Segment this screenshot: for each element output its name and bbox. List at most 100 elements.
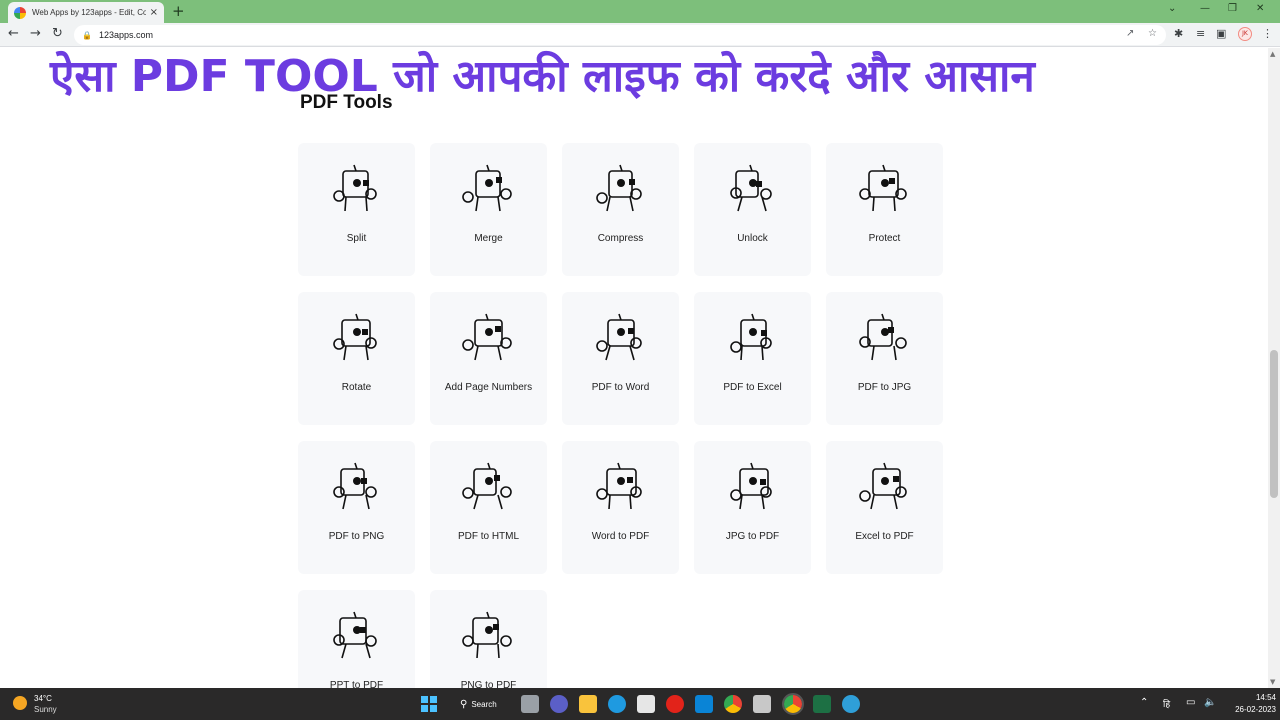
unlock-figure-icon [730,164,772,212]
clock-date[interactable]: 26-02-2023 [1216,705,1276,714]
favicon-icon [14,6,26,19]
tool-card[interactable]: PDF to HTML [430,441,547,574]
globe-app-icon[interactable] [842,695,860,713]
tool-card[interactable]: Split [298,143,415,276]
mail-icon[interactable] [695,695,713,713]
profile-avatar[interactable]: JK [1238,27,1252,41]
tool-card-label: PDF to JPG [857,382,912,393]
task-view-icon[interactable] [521,695,539,713]
tab-close-icon[interactable]: × [150,7,158,18]
volume-icon[interactable]: 🔈 [1204,697,1216,708]
search-icon: ⚲ [460,698,468,710]
tool-card[interactable]: Protect [826,143,943,276]
forward-arrow-icon[interactable]: → [30,27,41,41]
weather-condition[interactable]: Sunny [34,705,57,714]
store-icon[interactable] [637,695,655,713]
tool-card[interactable]: JPG to PDF [694,441,811,574]
bookmark-star-icon[interactable]: ☆ [1148,28,1157,39]
tool-card[interactable]: PDF to JPG [826,292,943,425]
tool-card[interactable]: PNG to PDF [430,590,547,688]
browser-toolbar: ← → ↻ 🔒 123apps.com ↗ ☆ ✱ ≡ ▣ JK ⋮ [0,23,1280,47]
start-tile [421,705,428,712]
taskbar-search[interactable]: ⚲ Search [452,694,512,714]
tool-card[interactable]: PDF to PNG [298,441,415,574]
tool-card[interactable]: Word to PDF [562,441,679,574]
reading-list-icon[interactable]: ≡ [1196,28,1205,40]
teams-chat-icon[interactable] [550,695,568,713]
tool-card[interactable]: PDF to Excel [694,292,811,425]
edge-browser-icon[interactable] [608,695,626,713]
menu-kebab-icon[interactable]: ⋮ [1262,28,1273,40]
share-icon[interactable]: ↗ [1126,28,1134,39]
tab-title: Web Apps by 123apps - Edit, Co [32,8,146,17]
chrome-active-icon[interactable] [782,693,804,715]
tool-card-label: PNG to PDF [460,680,517,688]
extensions-puzzle-icon[interactable]: ✱ [1174,28,1183,40]
tab-search-icon[interactable]: ⌄ [1168,3,1176,14]
tool-card-label: Word to PDF [591,531,650,542]
scroll-up-icon[interactable]: ▲ [1270,50,1275,58]
scroll-down-icon[interactable]: ▼ [1270,678,1275,686]
excel-icon[interactable] [813,695,831,713]
ppt-to-pdf-icon [333,611,377,659]
pdf-to-jpg-icon [859,313,907,361]
file-explorer-icon[interactable] [579,695,597,713]
tool-card-label: Split [346,233,367,244]
tool-card-label: PDF to PNG [328,531,385,542]
clock-time[interactable]: 14:54 [1236,693,1276,702]
tool-card-label: PDF to Excel [723,382,782,393]
tool-card-label: Unlock [737,233,768,244]
new-tab-button[interactable]: + [172,3,185,19]
tool-card[interactable]: Add Page Numbers [430,292,547,425]
start-tile [430,696,437,703]
browser-tab[interactable]: Web Apps by 123apps - Edit, Co × [8,2,164,23]
weather-temperature[interactable]: 34°C [34,694,52,703]
tool-card[interactable]: Unlock [694,143,811,276]
overlay-title: ऐसा PDF TOOL जो आपकी लाइफ को करदे और आसा… [50,51,1035,102]
pdf-to-excel-icon [730,313,772,361]
reload-icon[interactable]: ↻ [52,27,63,41]
tool-card-label: Protect [868,233,901,244]
tool-card-label: Excel to PDF [855,531,914,542]
excel-to-pdf-icon [859,462,907,510]
tray-chevron-icon[interactable]: ⌃ [1140,697,1148,708]
opera-icon[interactable] [666,695,684,713]
tool-card[interactable]: Excel to PDF [826,441,943,574]
word-to-pdf-icon [596,462,642,510]
merge-robot-icon [462,164,512,212]
start-tile [421,696,428,703]
tool-card-label: JPG to PDF [725,531,780,542]
tool-card[interactable]: Compress [562,143,679,276]
scrollbar-thumb[interactable] [1270,350,1278,498]
restore-button[interactable]: ❐ [1228,3,1237,14]
tool-card[interactable]: PPT to PDF [298,590,415,688]
url-text: 123apps.com [98,30,154,40]
start-tile [430,705,437,712]
back-arrow-icon[interactable]: ← [8,27,19,41]
start-button[interactable] [421,696,437,712]
input-language[interactable]: हि [1163,697,1170,710]
pdf-to-png-icon [333,462,377,510]
tool-card-label: Add Page Numbers [444,382,533,393]
tool-card[interactable]: PDF to Word [562,292,679,425]
page-content: PDF Tools ऐसा PDF TOOL जो आपकी लाइफ को क… [0,48,1268,688]
page-numbers-bird-icon [462,313,512,361]
side-panel-icon[interactable]: ▣ [1216,28,1226,40]
chrome-icon[interactable] [724,695,742,713]
close-window-button[interactable]: ✕ [1256,3,1264,14]
tool-card-label: PDF to Word [591,382,650,393]
address-bar[interactable]: 🔒 123apps.com ↗ ☆ [74,25,1166,45]
tool-card[interactable]: Merge [430,143,547,276]
network-icon[interactable]: ▭ [1186,697,1195,708]
pdf-to-word-icon [596,313,642,361]
minimize-button[interactable]: — [1200,3,1210,14]
tool-card-label: PPT to PDF [329,680,384,688]
photos-icon[interactable] [753,695,771,713]
tool-card[interactable]: Rotate [298,292,415,425]
sun-icon[interactable] [13,696,27,710]
tool-card-label: Rotate [341,382,372,393]
protect-robot-icon [859,164,907,212]
windows-taskbar: 34°C Sunny ⚲ Search ⌃ हि ▭ 🔈 14:54 26-02… [0,688,1280,720]
tool-card-label: PDF to HTML [457,531,520,542]
pdf-to-html-icon [462,462,512,510]
